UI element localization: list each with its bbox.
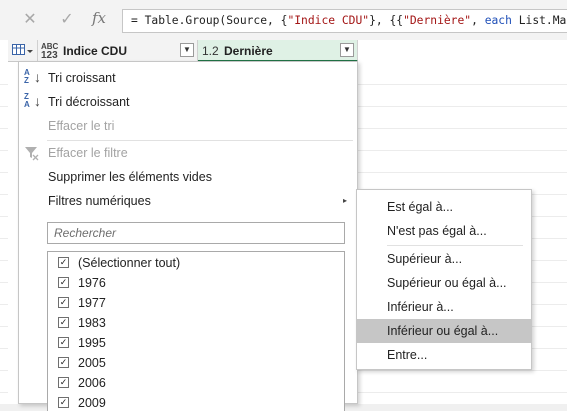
value-checklist: ✓ (Sélectionner tout) ✓ 1976 ✓ 1977 ✓ 1983 ✓… — [47, 251, 345, 411]
checkbox[interactable]: ✓ — [58, 357, 69, 368]
submenu-item-less-or-equal[interactable]: Inférieur ou égal à... — [357, 319, 531, 343]
column-label: Dernière — [224, 44, 273, 58]
submenu-item-between[interactable]: Entre... — [357, 343, 531, 367]
column-header-derniere[interactable]: 1.2 Dernière ▼ — [198, 40, 358, 62]
check-icon[interactable]: ✓ — [57, 10, 77, 30]
sort-ascending-icon: A Z ↓ — [24, 68, 41, 86]
type-badge-any[interactable]: ABC 123 — [41, 43, 58, 61]
menu-item-remove-empty[interactable]: Supprimer les éléments vides — [19, 165, 357, 189]
list-item[interactable]: ✓ 2009 — [48, 393, 344, 411]
submenu-arrow-icon: ▸ — [342, 196, 347, 205]
list-item[interactable]: ✓ 2006 — [48, 373, 344, 393]
checkbox[interactable]: ✓ — [58, 277, 69, 288]
menu-item-clear-sort[interactable]: Effacer le tri — [19, 114, 357, 138]
column-label: Indice CDU — [63, 44, 128, 58]
menu-item-number-filters[interactable]: Filtres numériques ▸ — [19, 189, 357, 213]
list-item[interactable]: ✓ 2005 — [48, 353, 344, 373]
x-mark-icon[interactable]: ✕ — [20, 10, 40, 30]
submenu-item-less-than[interactable]: Inférieur à... — [357, 295, 531, 319]
menu-item-clear-filter[interactable]: Effacer le filtre — [19, 141, 357, 165]
list-item[interactable]: ✓ 1995 — [48, 333, 344, 353]
checkbox[interactable]: ✓ — [58, 297, 69, 308]
list-item[interactable]: ✓ 1983 — [48, 313, 344, 333]
fx-icon[interactable]: fx — [92, 9, 106, 27]
table-icon[interactable] — [12, 44, 34, 58]
formula-input[interactable]: = Table.Group(Source, {"Indice CDU"}, {{… — [122, 9, 567, 33]
menu-item-sort-ascending[interactable]: A Z ↓ Tri croissant — [19, 66, 357, 90]
menu-item-sort-descending[interactable]: Z A ↓ Tri décroissant — [19, 90, 357, 114]
checkbox[interactable]: ✓ — [58, 317, 69, 328]
type-badge-decimal[interactable]: 1.2 — [202, 45, 219, 57]
checkbox[interactable]: ✓ — [58, 397, 69, 408]
submenu-item-greater-than[interactable]: Supérieur à... — [357, 247, 531, 271]
list-item[interactable]: ✓ 1976 — [48, 273, 344, 293]
submenu-item-equals[interactable]: Est égal à... — [357, 195, 531, 219]
formula-bar: ✕ ✓ fx = Table.Group(Source, {"Indice CD… — [0, 0, 567, 41]
column-header-indice-cdu[interactable]: ABC 123 Indice CDU ▼ — [38, 40, 198, 62]
submenu-item-greater-or-equal[interactable]: Supérieur ou égal à... — [357, 271, 531, 295]
list-item[interactable]: ✓ 1977 — [48, 293, 344, 313]
sort-descending-icon: Z A ↓ — [24, 92, 41, 110]
filter-menu: A Z ↓ Tri croissant Z A ↓ Tri décroissant Ef… — [18, 61, 358, 411]
clear-filter-icon — [25, 147, 39, 161]
table-menu-header[interactable] — [8, 40, 38, 62]
checkbox[interactable]: ✓ — [58, 257, 69, 268]
submenu-item-not-equals[interactable]: N'est pas égal à... — [357, 219, 531, 243]
checkbox[interactable]: ✓ — [58, 377, 69, 388]
filter-dropdown-button[interactable]: ▼ — [340, 43, 354, 57]
checkbox[interactable]: ✓ — [58, 337, 69, 348]
list-item[interactable]: ✓ (Sélectionner tout) — [48, 253, 344, 273]
search-input[interactable]: Rechercher — [47, 222, 345, 244]
filter-dropdown-button[interactable]: ▼ — [180, 43, 194, 57]
number-filters-submenu: Est égal à... N'est pas égal à... Supéri… — [356, 189, 532, 370]
